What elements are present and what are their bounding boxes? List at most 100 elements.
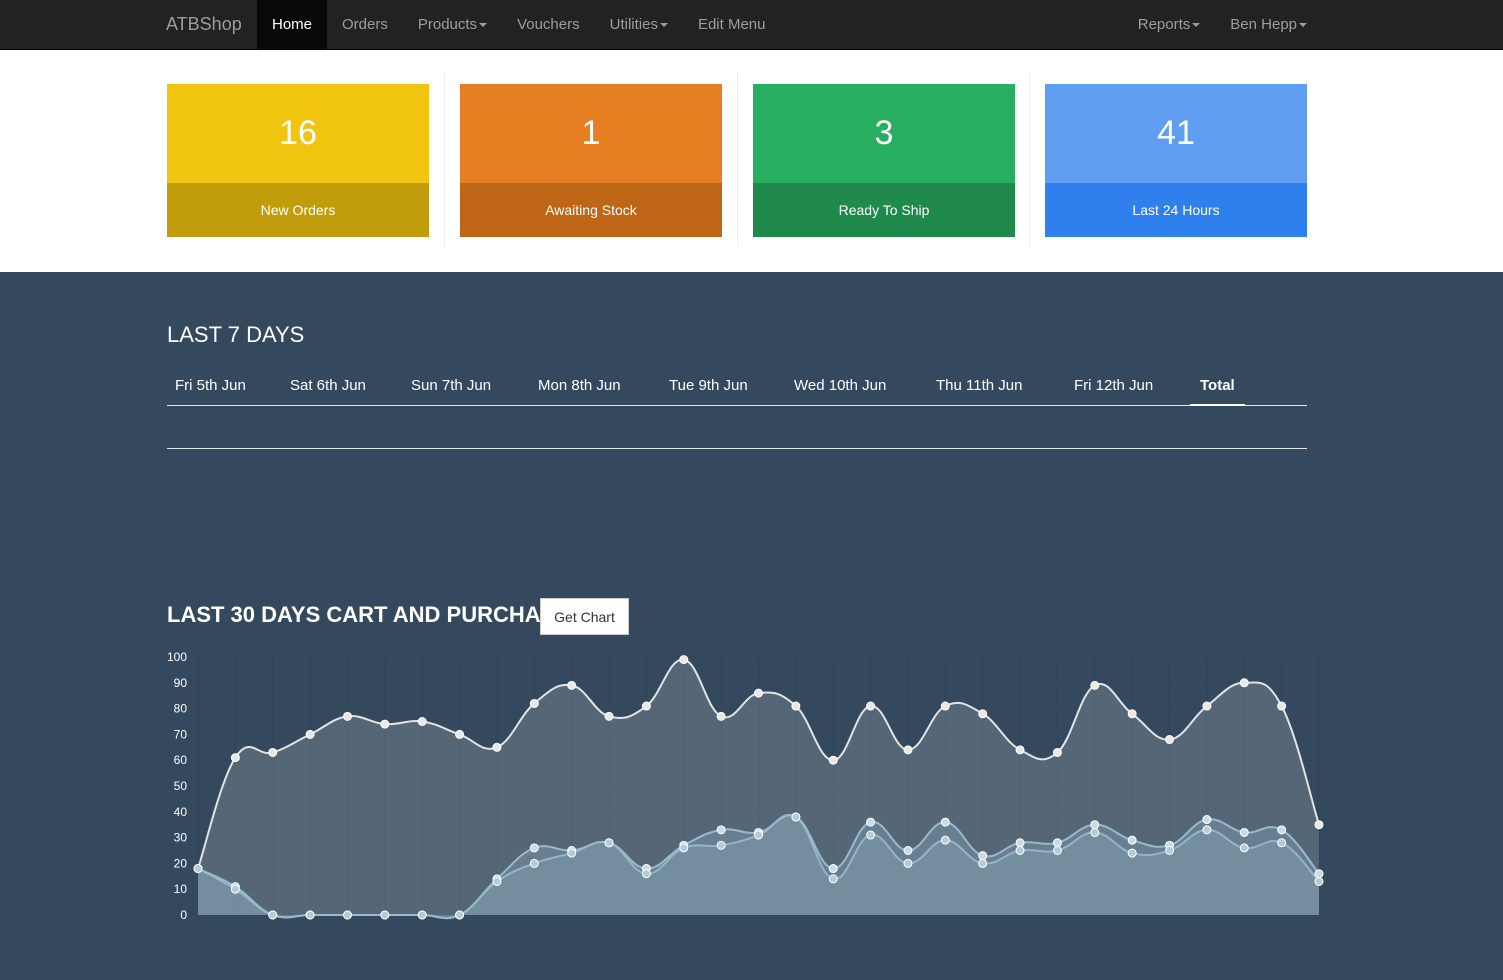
series-0-point bbox=[268, 747, 278, 757]
series-0-point bbox=[754, 688, 763, 698]
y-tick-label: 70 bbox=[174, 727, 188, 741]
y-tick-label: 60 bbox=[174, 753, 188, 767]
series-2-point bbox=[1277, 838, 1287, 848]
nav-orders[interactable]: Orders bbox=[327, 0, 403, 50]
tab-total[interactable]: Total bbox=[1190, 366, 1245, 406]
series-1-point bbox=[1277, 825, 1287, 835]
series-2-point bbox=[1127, 848, 1137, 858]
stat-divider bbox=[737, 72, 738, 247]
stats-panel: 16 New Orders 1 Awaiting Stock 3 Ready To Shi… bbox=[0, 50, 1503, 272]
nav-left: Home Orders Products Vouchers Utilities Edit … bbox=[257, 0, 781, 50]
tab-sat-6th-jun[interactable]: Sat 6th Jun bbox=[290, 366, 366, 406]
series-2-point bbox=[268, 910, 278, 920]
series-0-point bbox=[567, 680, 577, 690]
series-1-point bbox=[903, 846, 913, 855]
series-0-point bbox=[1015, 745, 1025, 755]
tab-thu-11th-jun[interactable]: Thu 11th Jun bbox=[936, 366, 1022, 406]
series-0-point bbox=[305, 729, 315, 739]
nav-label: Ben Hepp bbox=[1230, 16, 1297, 33]
series-0-point bbox=[342, 711, 352, 721]
series-0-point bbox=[1127, 709, 1137, 719]
y-tick-label: 0 bbox=[180, 908, 187, 922]
stat-label: Awaiting Stock bbox=[460, 183, 722, 237]
caret-down-icon bbox=[659, 23, 668, 28]
stat-divider bbox=[444, 72, 445, 247]
y-tick-label: 30 bbox=[174, 831, 188, 845]
series-0-point bbox=[230, 753, 240, 763]
nav-label: Orders bbox=[342, 16, 388, 33]
series-1-point bbox=[1239, 827, 1249, 837]
series-0-point bbox=[679, 655, 689, 665]
series-0-point bbox=[455, 729, 465, 739]
nav-products[interactable]: Products bbox=[403, 0, 502, 50]
y-tick-label: 10 bbox=[174, 882, 188, 896]
tab-fri-5th-jun[interactable]: Fri 5th Jun bbox=[175, 366, 246, 406]
series-2-point bbox=[940, 835, 950, 845]
y-tick-label: 90 bbox=[174, 676, 188, 690]
nav-reports[interactable]: Reports bbox=[1123, 0, 1216, 50]
series-0-point bbox=[529, 698, 539, 708]
series-0-point bbox=[1202, 701, 1212, 711]
series-2-point bbox=[604, 838, 614, 848]
get-chart-button[interactable]: Get Chart bbox=[540, 598, 629, 635]
tab-wed-10th-jun[interactable]: Wed 10th Jun bbox=[794, 366, 886, 406]
stat-label: Ready To Ship bbox=[753, 183, 1015, 237]
series-2-point bbox=[380, 910, 390, 920]
nav-label: Reports bbox=[1137, 16, 1191, 33]
nav-label: Products bbox=[417, 16, 478, 33]
series-0-point bbox=[417, 717, 427, 726]
series-2-point bbox=[978, 858, 988, 868]
series-0-point bbox=[978, 709, 988, 719]
series-0-point bbox=[1314, 820, 1324, 830]
series-2-point bbox=[754, 830, 763, 840]
stat-card-ready-to-ship[interactable]: 3 Ready To Ship bbox=[753, 84, 1015, 237]
nav-utilities[interactable]: Utilities bbox=[595, 0, 683, 50]
brand-link[interactable]: ATBShop bbox=[166, 14, 242, 35]
series-2-point bbox=[1165, 846, 1175, 855]
series-2-point bbox=[529, 858, 539, 868]
tab-mon-8th-jun[interactable]: Mon 8th Jun bbox=[538, 366, 621, 406]
nav-vouchers[interactable]: Vouchers bbox=[502, 0, 595, 50]
caret-down-icon bbox=[479, 23, 488, 28]
series-0-point bbox=[791, 701, 801, 711]
nav-label: Utilities bbox=[609, 16, 658, 33]
series-0-point bbox=[604, 711, 614, 721]
stat-card-last-24-hours[interactable]: 41 Last 24 Hours bbox=[1045, 84, 1307, 237]
stat-value: 1 bbox=[460, 84, 722, 183]
stat-label: Last 24 Hours bbox=[1045, 183, 1307, 237]
tab-sun-7th-jun[interactable]: Sun 7th Jun bbox=[411, 366, 491, 406]
stat-label: New Orders bbox=[167, 183, 429, 237]
series-1-point bbox=[978, 851, 988, 861]
nav-label: Vouchers bbox=[517, 16, 580, 33]
navbar: ATBShop Home Orders Products Vouchers Utilit… bbox=[0, 0, 1503, 50]
series-0-point bbox=[641, 701, 651, 711]
stat-card-awaiting-stock[interactable]: 1 Awaiting Stock bbox=[460, 84, 722, 237]
series-2-point bbox=[305, 910, 315, 920]
caret-down-icon bbox=[1299, 23, 1307, 28]
stat-value: 41 bbox=[1045, 84, 1307, 183]
series-2-point bbox=[1202, 825, 1212, 835]
series-2-point bbox=[1239, 843, 1249, 853]
tab-fri-12th-jun[interactable]: Fri 12th Jun bbox=[1074, 366, 1153, 406]
nav-home[interactable]: Home bbox=[257, 0, 328, 50]
navbar-container: ATBShop Home Orders Products Vouchers Utilit… bbox=[151, 0, 1322, 50]
y-tick-label: 100 bbox=[167, 650, 187, 664]
series-1-point bbox=[828, 864, 838, 874]
series-2-point bbox=[679, 843, 689, 853]
series-1-point bbox=[1015, 838, 1025, 848]
series-2-point bbox=[641, 869, 651, 879]
series-2-point bbox=[193, 864, 203, 874]
series-2-point bbox=[1052, 846, 1062, 855]
series-0-point bbox=[492, 742, 502, 752]
series-0-point bbox=[1052, 747, 1062, 757]
tab-tue-9th-jun[interactable]: Tue 9th Jun bbox=[669, 366, 748, 406]
series-2-point bbox=[342, 910, 352, 920]
series-0-point bbox=[1239, 678, 1249, 688]
series-1-point bbox=[1127, 835, 1137, 845]
last-30-days-heading: LAST 30 DAYS CART AND PURCHASES bbox=[167, 602, 585, 627]
nav-ben-hepp[interactable]: Ben Hepp bbox=[1215, 0, 1322, 50]
stat-card-new-orders[interactable]: 16 New Orders bbox=[167, 84, 429, 237]
series-0-point bbox=[940, 701, 950, 711]
y-tick-label: 50 bbox=[174, 779, 188, 793]
nav-edit-menu[interactable]: Edit Menu bbox=[683, 0, 781, 50]
